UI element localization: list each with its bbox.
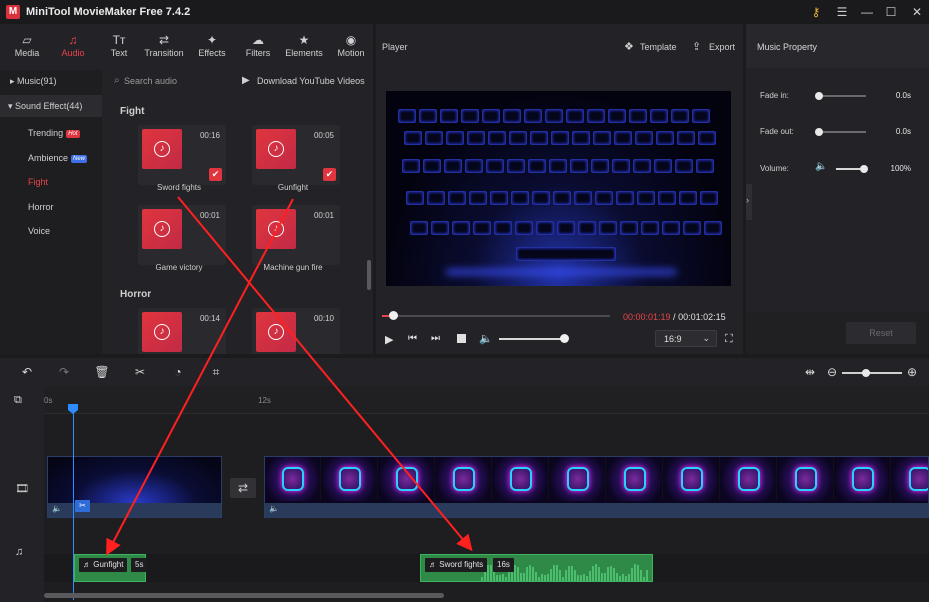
arrow-sword-fights	[177, 196, 473, 552]
arrow-gunfight	[106, 198, 294, 556]
annotation-arrows	[106, 196, 473, 556]
